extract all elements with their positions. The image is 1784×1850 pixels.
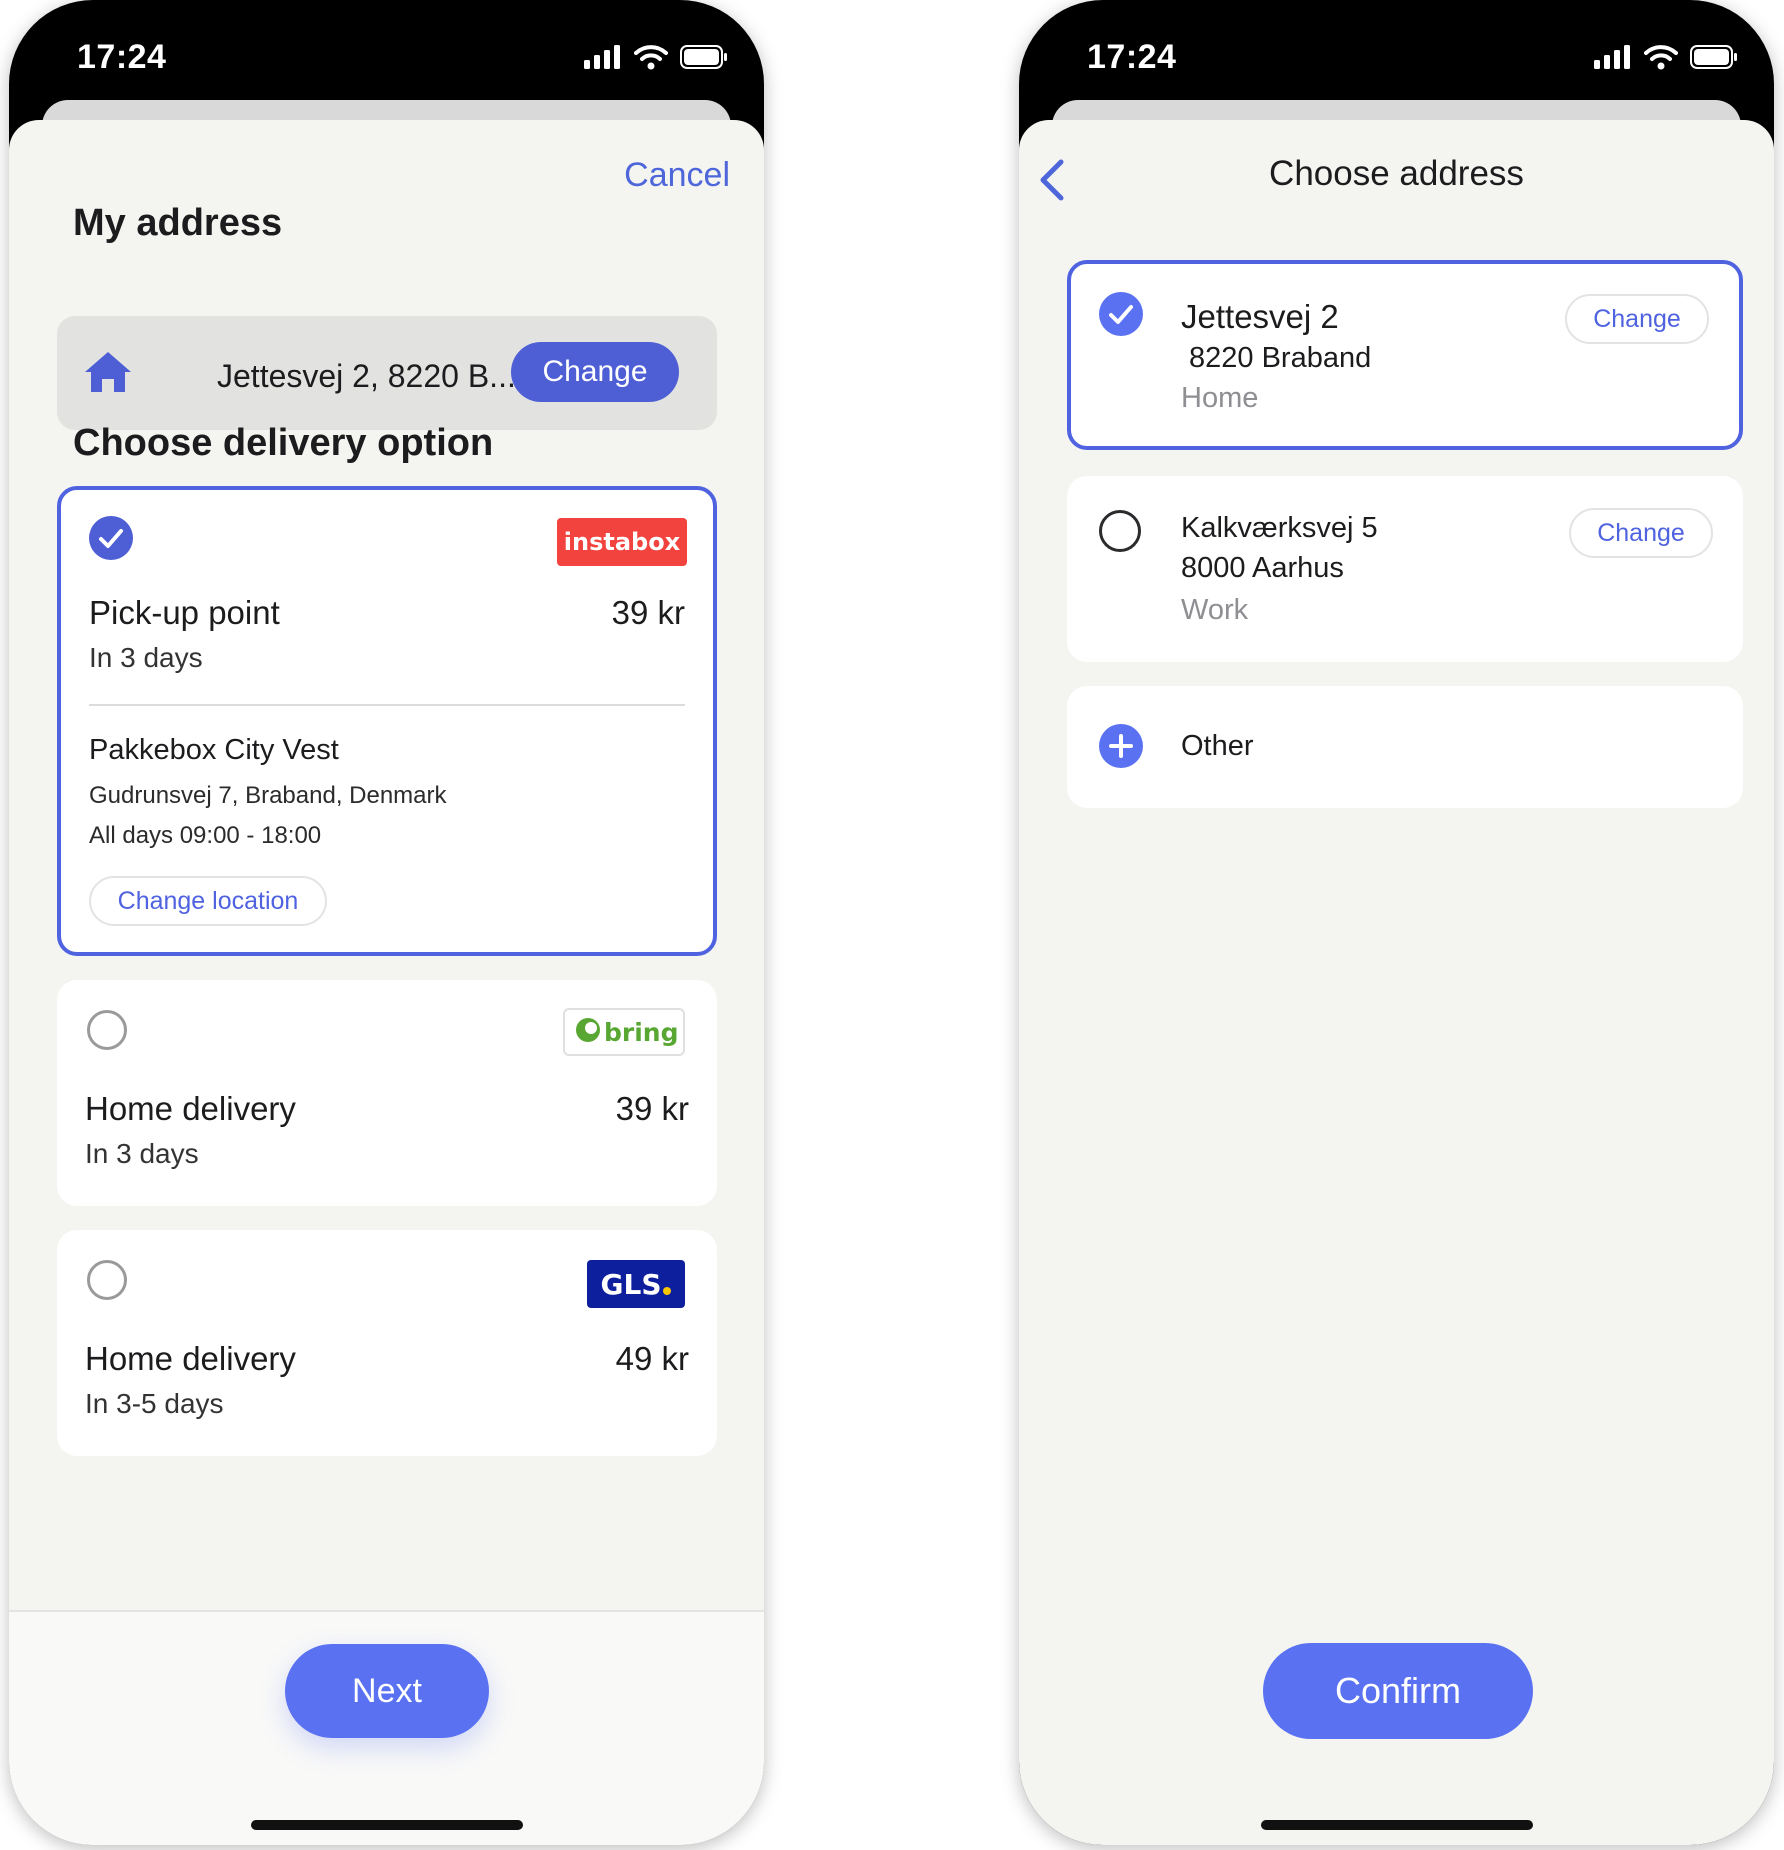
option-price: 39 kr: [611, 594, 685, 631]
battery-icon: [1690, 45, 1737, 69]
signal-icon: [1594, 45, 1630, 69]
wifi-icon: [634, 45, 668, 70]
phone-choose-address: 17:24 Choose address Jettesvej 2 8220 Br…: [1019, 0, 1774, 1845]
option-title: Home delivery: [85, 1340, 296, 1377]
radio-unchecked-icon[interactable]: [87, 1260, 127, 1300]
other-label: Other: [1181, 730, 1254, 762]
address-line2: 8000 Aarhus: [1181, 552, 1344, 584]
radio-unchecked-icon[interactable]: [87, 1010, 127, 1050]
status-time: 17:24: [1087, 38, 1177, 76]
option-eta: In 3 days: [89, 642, 203, 673]
gls-logo: GLS: [587, 1260, 685, 1308]
delivery-option-heading: Choose delivery option: [73, 422, 494, 464]
confirm-button[interactable]: Confirm: [1263, 1643, 1533, 1739]
bring-logo: bring: [563, 1008, 685, 1056]
phone-delivery-options: 17:24 Cancel My address Jettesvej 2, 822…: [9, 0, 764, 1845]
radio-unchecked-icon[interactable]: [1099, 510, 1141, 552]
instabox-logo: instabox: [557, 518, 687, 566]
option-eta: In 3-5 days: [85, 1388, 224, 1419]
status-icons: [1594, 44, 1738, 70]
address-line1: Jettesvej 2: [1181, 298, 1339, 335]
address-sheet: Choose address Jettesvej 2 8220 Braband …: [1019, 120, 1774, 1845]
plus-circle-icon[interactable]: [1099, 724, 1143, 768]
option-eta: In 3 days: [85, 1138, 199, 1169]
address-tag: Home: [1181, 382, 1259, 414]
battery-icon: [680, 45, 727, 69]
change-address-button[interactable]: Change: [1569, 508, 1713, 558]
address-box: Jettesvej 2, 8220 B... Change: [57, 316, 717, 430]
address-tag: Work: [1181, 594, 1249, 626]
address-card-home[interactable]: Jettesvej 2 8220 Braband Home Change: [1067, 260, 1743, 450]
home-indicator: [251, 1820, 523, 1830]
option-price: 39 kr: [615, 1090, 689, 1127]
pickup-location-address: Gudrunsvej 7, Braband, Denmark: [89, 782, 447, 809]
radio-checked-icon[interactable]: [89, 516, 133, 560]
my-address-heading: My address: [73, 202, 283, 244]
address-line1: Kalkværksvej 5: [1181, 512, 1378, 544]
status-time: 17:24: [77, 38, 167, 76]
signal-icon: [584, 45, 620, 69]
address-card-work[interactable]: Kalkværksvej 5 8000 Aarhus Work Change: [1067, 476, 1743, 662]
divider: [89, 704, 685, 706]
pickup-location-hours: All days 09:00 - 18:00: [89, 822, 322, 849]
change-address-button[interactable]: Change: [1565, 294, 1709, 344]
change-address-button[interactable]: Change: [511, 342, 679, 402]
svg-text:instabox: instabox: [564, 528, 681, 556]
home-indicator: [1261, 1820, 1533, 1830]
delivery-option-gls[interactable]: GLS Home delivery 49 kr In 3-5 days: [57, 1230, 717, 1456]
delivery-option-bring[interactable]: bring Home delivery 39 kr In 3 days: [57, 980, 717, 1206]
option-title: Home delivery: [85, 1090, 296, 1127]
address-line2: 8220 Braband: [1189, 342, 1372, 374]
add-other-address[interactable]: Other: [1067, 686, 1743, 808]
status-bar: 17:24: [9, 0, 764, 110]
change-location-button[interactable]: Change location: [89, 876, 327, 926]
status-icons: [584, 44, 728, 70]
option-title: Pick-up point: [89, 594, 280, 631]
pickup-location-name: Pakkebox City Vest: [89, 734, 339, 766]
svg-text:GLS: GLS: [601, 1268, 662, 1301]
status-bar: 17:24: [1019, 0, 1774, 110]
page-title: Choose address: [1269, 154, 1524, 193]
wifi-icon: [1644, 45, 1678, 70]
delivery-option-instabox[interactable]: instabox Pick-up point 39 kr In 3 days P…: [57, 486, 717, 956]
address-text: Jettesvej 2, 8220 B...: [217, 358, 516, 394]
radio-checked-icon[interactable]: [1099, 292, 1143, 336]
svg-text:bring: bring: [604, 1018, 679, 1047]
house-icon: [85, 352, 131, 392]
option-price: 49 kr: [615, 1340, 689, 1377]
delivery-sheet: Cancel My address Jettesvej 2, 8220 B...…: [9, 120, 764, 1845]
cancel-button[interactable]: Cancel: [624, 156, 730, 195]
next-button[interactable]: Next: [285, 1644, 489, 1738]
